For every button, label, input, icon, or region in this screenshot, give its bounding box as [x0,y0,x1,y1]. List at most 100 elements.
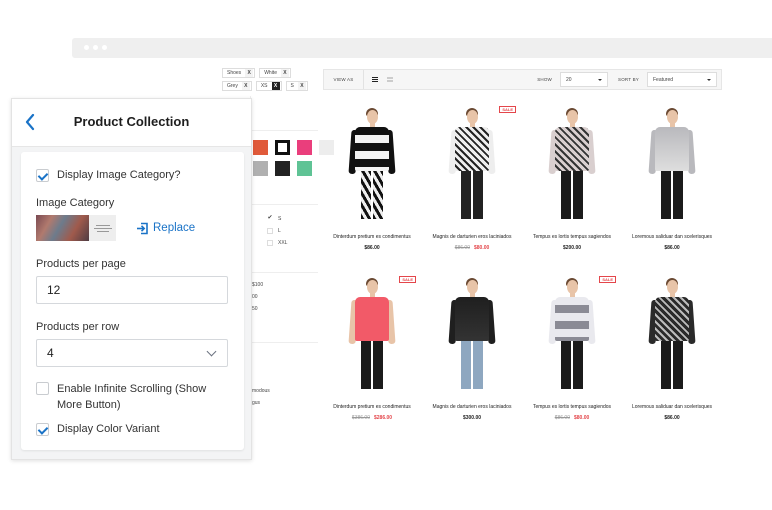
sale-price: $80.00 [474,245,490,251]
product-image[interactable] [637,270,707,400]
chevron-down-icon [206,346,217,356]
product-image[interactable] [537,270,607,400]
product-name[interactable]: Loremous saliduar dan scelerisques [632,234,712,240]
product-name[interactable]: Tempus es lortis tempus sagiendos [533,234,611,240]
product-card[interactable]: SALE Tempus es lortis tempus sagiendos $86… [522,270,622,440]
filter-tag-white: White X [259,68,291,78]
size-option[interactable]: ✔ S [267,213,287,225]
sale-price: $80.00 [574,415,590,421]
current-price: $300.00 [462,415,482,421]
image-category-label: Image Category [36,197,115,209]
product-name[interactable]: Loremous saliduar dan scelerisques [632,404,712,410]
sale-badge: SALE [599,276,616,283]
products-per-row-value: 4 [47,346,54,360]
products-per-page-input[interactable]: 12 [36,276,228,304]
remove-filter-icon[interactable]: X [271,82,280,90]
product-image[interactable] [437,270,507,400]
size-label: L [278,228,281,234]
product-image[interactable] [637,100,707,230]
display-image-category-checkbox[interactable] [36,169,49,182]
color-swatch-grey[interactable] [253,161,268,176]
grid-view-icon[interactable] [372,76,378,83]
product-card[interactable]: Dinterdum pretium es condimentus $86.00 [322,100,422,270]
show-label: SHOW [537,77,552,82]
price-option[interactable]: 00 [252,294,263,306]
brand-option[interactable]: modous [252,388,270,400]
current-price: $200.00 [562,245,582,251]
size-label: XXL [278,240,288,246]
list-view-icon[interactable] [387,76,393,83]
product-image[interactable] [537,100,607,230]
product-name[interactable]: Dinterdum pretium es condimentus [333,234,411,240]
catalog-toolbar: VIEW AS SHOW 20 SORT BY Featured [323,69,722,90]
product-card[interactable]: SALE Dinterdum pretium es condimentus $386… [322,270,422,440]
model-figure [637,100,707,230]
product-name[interactable]: Dinterdum pretium es condimentus [333,404,411,410]
color-swatch-black[interactable] [275,161,290,176]
price-filter-list: $100 00 50 [252,282,263,318]
product-image[interactable] [337,270,407,400]
original-price: $386.00 [351,415,370,421]
filter-tag-shoes: Shoes X [222,68,256,78]
color-swatch-pink[interactable] [297,140,312,155]
filter-tag-label: White [264,70,277,76]
product-image[interactable] [437,100,507,230]
display-color-variant-option[interactable]: Display Color Variant [36,423,229,436]
filter-divider [250,342,318,343]
sort-by-select[interactable]: Featured [647,72,717,87]
product-card[interactable]: Loremous saliduar dan scelerisques $86.00 [622,100,722,270]
checkbox[interactable] [267,240,273,246]
checkbox-label: Display Color Variant [57,423,160,435]
checkbox[interactable] [267,228,273,234]
product-name[interactable]: Tempus es lortis tempus sagiendos [533,404,611,410]
checkmark-icon[interactable]: ✔ [267,215,273,222]
products-per-page-value: 12 [47,283,61,297]
remove-filter-icon[interactable]: X [245,69,254,77]
product-price: $86.00 $80.00 [555,415,590,421]
remove-filter-icon[interactable]: X [297,82,306,90]
product-card[interactable]: Tempus es lortis tempus sagiendos $200.00 [522,100,622,270]
product-card[interactable]: SALE Magnis de darturien eros laciniados $… [422,100,522,270]
price-option[interactable]: 50 [252,306,263,318]
products-per-row-select[interactable]: 4 [36,339,228,367]
filter-tag-s: S X [285,81,308,91]
window-dot-icon[interactable] [102,45,107,50]
model-figure [537,270,607,400]
show-count-select[interactable]: 20 [560,72,608,87]
browser-title-bar [72,38,772,58]
filter-tag-label: XS [260,83,268,89]
caret-down-icon [598,78,602,81]
product-price: $300.00 [463,415,481,421]
display-color-variant-checkbox[interactable] [36,423,49,436]
infinite-scrolling-checkbox[interactable] [36,382,49,395]
color-swatch-green[interactable] [297,161,312,176]
size-option[interactable]: L [267,225,287,237]
product-card[interactable]: Loremous saliduar dan scelerisques $86.00 [622,270,722,440]
filter-tag-label: Shoes [227,70,242,76]
products-per-page-label: Products per page [36,258,126,270]
product-name[interactable]: Magnis de darturien eros laciniados [433,404,512,410]
active-filter-tags: Shoes X White X Grey X XS X S X [222,68,312,94]
screenshot-root: Shoes X White X Grey X XS X S X ✔ S L XX… [0,0,772,510]
product-image[interactable] [337,100,407,230]
window-dot-icon[interactable] [93,45,98,50]
window-dot-icon[interactable] [84,45,89,50]
model-figure [637,270,707,400]
product-card[interactable]: Magnis de darturien eros laciniados $300.… [422,270,522,440]
color-swatch-red[interactable] [253,140,268,155]
image-category-row: Replace [36,215,229,241]
remove-filter-icon[interactable]: X [280,69,289,77]
price-option[interactable]: $100 [252,282,263,294]
brand-option[interactable]: gus [252,400,270,412]
display-image-category-option[interactable]: Display Image Category? [36,169,229,182]
settings-panel: Product Collection Display Image Categor… [11,98,252,460]
color-swatch-white[interactable] [275,140,290,155]
remove-filter-icon[interactable]: X [241,82,250,90]
settings-card: Display Image Category? Image Category R… [21,152,244,450]
size-option[interactable]: XXL [267,237,287,249]
model-figure [437,100,507,230]
filter-tag-label: Grey [227,83,238,89]
infinite-scrolling-option[interactable]: Enable Infinite Scrolling (Show More But… [36,381,229,413]
replace-image-button[interactable]: Replace [136,222,195,235]
product-name[interactable]: Magnis de darturien eros laciniados [433,234,512,240]
